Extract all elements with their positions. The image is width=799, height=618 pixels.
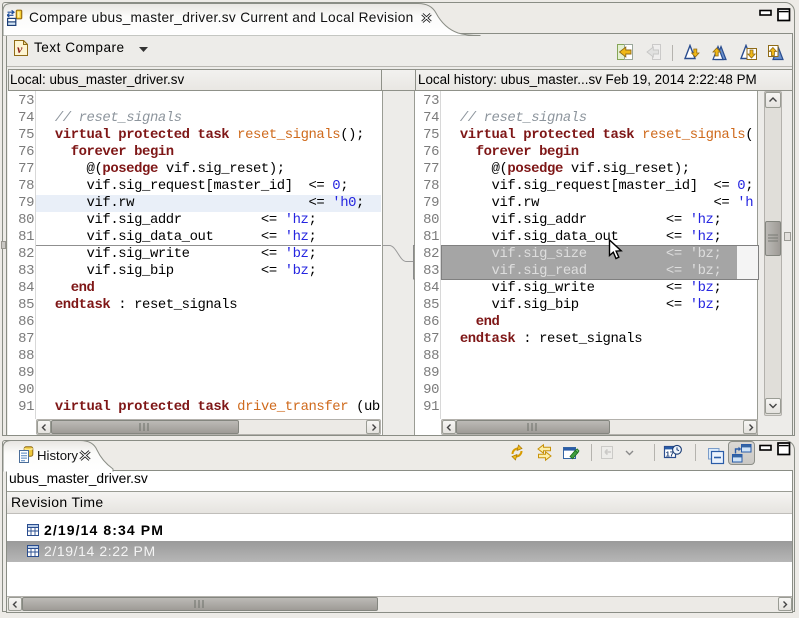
svg-text:v: v xyxy=(17,42,23,56)
